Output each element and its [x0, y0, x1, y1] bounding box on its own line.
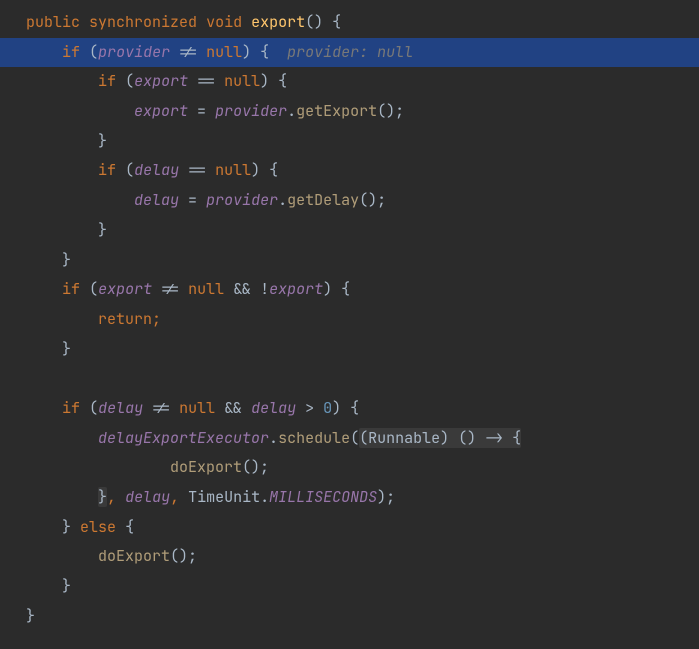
- indent: [8, 517, 26, 537]
- field: delay: [134, 160, 179, 180]
- field: delay: [134, 190, 179, 210]
- field: provider: [98, 42, 170, 62]
- number: 0: [323, 398, 332, 418]
- code-line[interactable]: export = provider.getExport();: [0, 97, 699, 127]
- code-editor[interactable]: public synchronized void export() { if (…: [0, 8, 699, 631]
- keyword: if: [62, 42, 80, 62]
- code-line[interactable]: doExport();: [0, 542, 699, 572]
- indent: [8, 457, 26, 477]
- code-line[interactable]: if (export == null) {: [0, 67, 699, 97]
- indent: [8, 131, 26, 151]
- indent: [8, 279, 26, 299]
- indent: [8, 487, 26, 507]
- code-line[interactable]: if (delay != null && delay > 0) {: [0, 394, 699, 424]
- code-line[interactable]: delayExportExecutor.schedule((Runnable) …: [0, 424, 699, 454]
- keyword: if: [62, 398, 80, 418]
- indent: [8, 398, 26, 418]
- code-line[interactable]: }: [0, 127, 699, 157]
- field: delay: [125, 487, 170, 507]
- method-call: getExport: [296, 101, 377, 121]
- code-line[interactable]: delay = provider.getDelay();: [0, 186, 699, 216]
- indent: [8, 71, 26, 91]
- field: delay: [251, 398, 296, 418]
- code-line[interactable]: }: [0, 216, 699, 246]
- code-line[interactable]: return;: [0, 305, 699, 335]
- code-line[interactable]: doExport();: [0, 453, 699, 483]
- indent: [8, 42, 26, 62]
- indent: [8, 160, 26, 180]
- indent: [8, 101, 26, 121]
- code-line[interactable]: }, delay, TimeUnit.MILLISECONDS);: [0, 483, 699, 513]
- keyword: if: [98, 160, 116, 180]
- keyword: else: [80, 517, 116, 537]
- code-line-highlighted[interactable]: if (provider != null) { provider: null: [0, 38, 699, 68]
- code-line-empty[interactable]: [0, 364, 699, 394]
- field: provider: [215, 101, 287, 121]
- code-line[interactable]: if (export != null && !export) {: [0, 275, 699, 305]
- lambda-cast: (Runnable) () -> {: [359, 428, 521, 448]
- indent: [8, 428, 26, 448]
- field: delay: [98, 398, 143, 418]
- code-line[interactable]: }: [0, 246, 699, 276]
- indent: [8, 576, 26, 596]
- text: () {: [305, 12, 341, 32]
- keyword: if: [62, 279, 80, 299]
- field: export: [134, 71, 188, 91]
- keyword: synchronized: [89, 12, 197, 32]
- code-line[interactable]: }: [0, 572, 699, 602]
- field: delayExportExecutor: [98, 428, 269, 448]
- type: TimeUnit: [188, 487, 260, 507]
- indent: [8, 190, 26, 210]
- indent: [8, 606, 26, 626]
- field: provider: [206, 190, 278, 210]
- code-line[interactable]: if (delay == null) {: [0, 156, 699, 186]
- code-line[interactable]: }: [0, 335, 699, 365]
- method-call: getDelay: [287, 190, 359, 210]
- constant: MILLISECONDS: [269, 487, 377, 507]
- indent: [8, 339, 26, 359]
- code-line[interactable]: public synchronized void export() {: [0, 8, 699, 38]
- code-line[interactable]: } else {: [0, 513, 699, 543]
- method-call: doExport: [170, 457, 242, 477]
- code-line[interactable]: }: [0, 602, 699, 632]
- method-call: doExport: [98, 546, 170, 566]
- keyword: void: [206, 12, 242, 32]
- keyword: return: [98, 309, 152, 329]
- keyword: null: [206, 42, 242, 62]
- keyword: public: [26, 12, 80, 32]
- keyword: if: [98, 71, 116, 91]
- indent: [8, 368, 26, 388]
- indent: [8, 250, 26, 270]
- indent: [8, 546, 26, 566]
- field: export: [98, 279, 152, 299]
- indent: [8, 12, 26, 32]
- field: export: [134, 101, 188, 121]
- field: export: [269, 279, 323, 299]
- indent: [8, 220, 26, 240]
- indent: [8, 309, 26, 329]
- inline-hint: provider: null: [287, 42, 413, 62]
- method-declaration: export: [251, 12, 305, 32]
- method-call: schedule: [278, 428, 350, 448]
